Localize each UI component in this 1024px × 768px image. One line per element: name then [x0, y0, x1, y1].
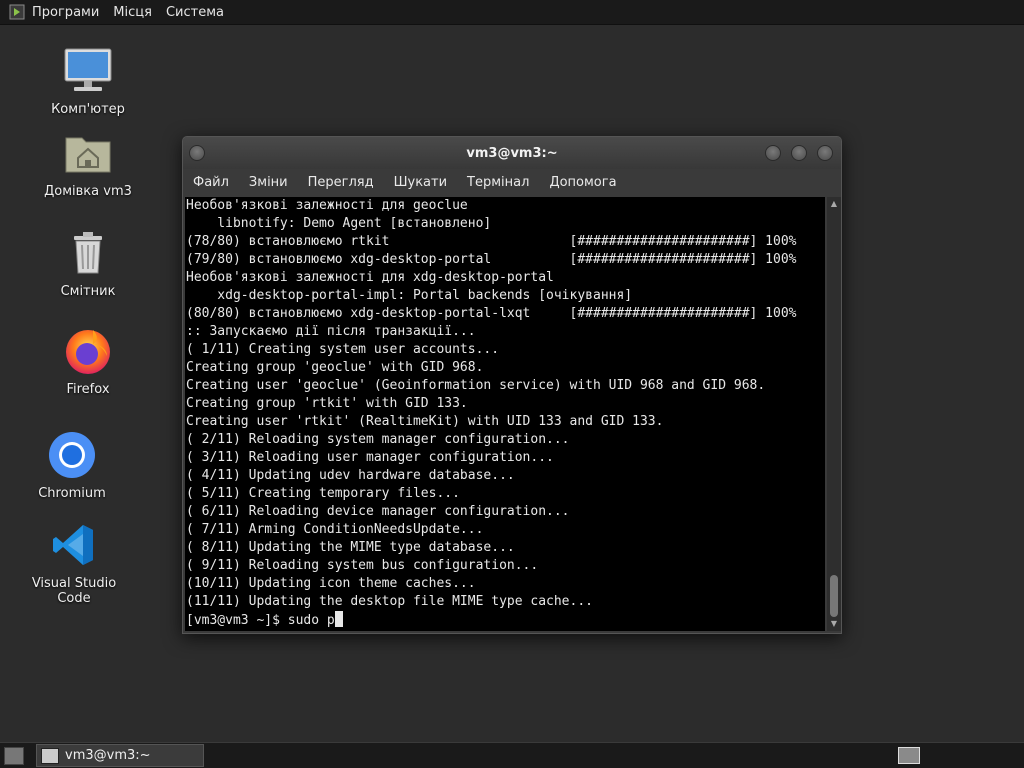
terminal-line: ( 7/11) Arming ConditionNeedsUpdate...: [186, 522, 484, 537]
mate-menu-icon[interactable]: [8, 3, 26, 21]
window-title: vm3@vm3:~: [466, 145, 558, 161]
desktop-icon-trash[interactable]: Смітник: [28, 226, 148, 299]
terminal-line: Необов'язкові залежності для xdg-desktop…: [186, 270, 554, 285]
terminal-menubar: Файл Зміни Перегляд Шукати Термінал Допо…: [183, 169, 841, 195]
terminal-line: Creating user 'geoclue' (Geoinformation …: [186, 378, 766, 393]
menu-file[interactable]: Файл: [193, 175, 229, 190]
terminal-line: ( 8/11) Updating the MIME type database.…: [186, 540, 515, 555]
terminal-line: (10/11) Updating icon theme caches...: [186, 576, 476, 591]
menu-places[interactable]: Місця: [113, 5, 152, 20]
terminal-line: Creating group 'rtkit' with GID 133.: [186, 396, 468, 411]
taskbar-window-button[interactable]: vm3@vm3:~: [36, 744, 204, 767]
terminal-scrollbar[interactable]: ▲ ▼: [827, 197, 841, 631]
workspace-switcher[interactable]: [898, 747, 920, 764]
menu-system[interactable]: Система: [166, 5, 224, 20]
menu-help[interactable]: Допомога: [549, 175, 616, 190]
terminal-line: (78/80) встановлюємо rtkit [############…: [186, 234, 797, 249]
trash-icon: [61, 226, 115, 280]
terminal-line: (80/80) встановлюємо xdg-desktop-portal-…: [186, 306, 797, 321]
terminal-line: :: Запускаємо дії після транзакції...: [186, 324, 476, 339]
desktop-icon-label: Смітник: [60, 284, 116, 299]
vscode-icon: [47, 518, 101, 572]
scroll-down-icon[interactable]: ▼: [829, 619, 839, 629]
chromium-icon: [45, 428, 99, 482]
bottom-panel: vm3@vm3:~: [0, 742, 1024, 768]
scrollbar-thumb[interactable]: [830, 575, 838, 617]
firefox-icon: [61, 324, 115, 378]
terminal-line: ( 3/11) Reloading user manager configura…: [186, 450, 554, 465]
desktop-icon-firefox[interactable]: Firefox: [28, 324, 148, 397]
window-menu-icon[interactable]: [189, 145, 205, 161]
terminal-output[interactable]: Необов'язкові залежності для geoclue lib…: [185, 197, 825, 631]
home-folder-icon: [61, 126, 115, 180]
terminal-line: (11/11) Updating the desktop file MIME t…: [186, 594, 593, 609]
close-icon[interactable]: [817, 145, 833, 161]
terminal-line: ( 2/11) Reloading system manager configu…: [186, 432, 570, 447]
terminal-line: ( 4/11) Updating udev hardware database.…: [186, 468, 515, 483]
computer-icon: [61, 44, 115, 98]
terminal-prompt: [vm3@vm3 ~]$ sudo p: [186, 613, 335, 628]
terminal-line: (79/80) встановлюємо xdg-desktop-portal …: [186, 252, 797, 267]
terminal-prompt-line[interactable]: [vm3@vm3 ~]$ sudo p: [185, 611, 825, 629]
desktop-icon-label: Firefox: [66, 382, 110, 397]
menu-programs[interactable]: Програми: [32, 5, 99, 20]
terminal-line: ( 5/11) Creating temporary files...: [186, 486, 460, 501]
terminal-line: Creating group 'geoclue' with GID 968.: [186, 360, 484, 375]
desktop-icon-label: Домівка vm3: [44, 184, 132, 199]
desktop-icon-vscode[interactable]: Visual Studio Code: [14, 518, 134, 606]
terminal-line: libnotify: Demo Agent [встановлено]: [186, 216, 492, 231]
menu-edit[interactable]: Зміни: [249, 175, 288, 190]
terminal-line: ( 1/11) Creating system user accounts...: [186, 342, 500, 357]
desktop-icon-label: Chromium: [38, 486, 106, 501]
terminal-titlebar[interactable]: vm3@vm3:~: [183, 137, 841, 169]
top-panel: Програми Місця Система: [0, 0, 1024, 25]
minimize-icon[interactable]: [765, 145, 781, 161]
menu-search[interactable]: Шукати: [394, 175, 447, 190]
menu-view[interactable]: Перегляд: [308, 175, 374, 190]
terminal-icon: [41, 747, 59, 764]
terminal-line: Creating user 'rtkit' (RealtimeKit) with…: [186, 414, 664, 429]
menu-terminal[interactable]: Термінал: [467, 175, 529, 190]
text-cursor: [334, 611, 343, 627]
desktop-icon-chromium[interactable]: Chromium: [12, 428, 132, 501]
taskbar-window-label: vm3@vm3:~: [65, 748, 151, 763]
terminal-window[interactable]: vm3@vm3:~ Файл Зміни Перегляд Шукати Тер…: [182, 136, 842, 634]
maximize-icon[interactable]: [791, 145, 807, 161]
scroll-up-icon[interactable]: ▲: [829, 199, 839, 209]
terminal-line: ( 9/11) Reloading system bus configurati…: [186, 558, 539, 573]
terminal-line: xdg-desktop-portal-impl: Portal backends…: [186, 288, 633, 303]
desktop-icon-home[interactable]: Домівка vm3: [28, 126, 148, 199]
terminal-line: ( 6/11) Reloading device manager configu…: [186, 504, 570, 519]
desktop-icon-computer[interactable]: Комп'ютер: [28, 44, 148, 117]
desktop-icon-label: Visual Studio Code: [31, 576, 117, 606]
desktop-icon-label: Комп'ютер: [51, 102, 125, 117]
show-desktop-icon[interactable]: [4, 746, 24, 765]
terminal-line: Необов'язкові залежності для geoclue: [186, 198, 468, 213]
